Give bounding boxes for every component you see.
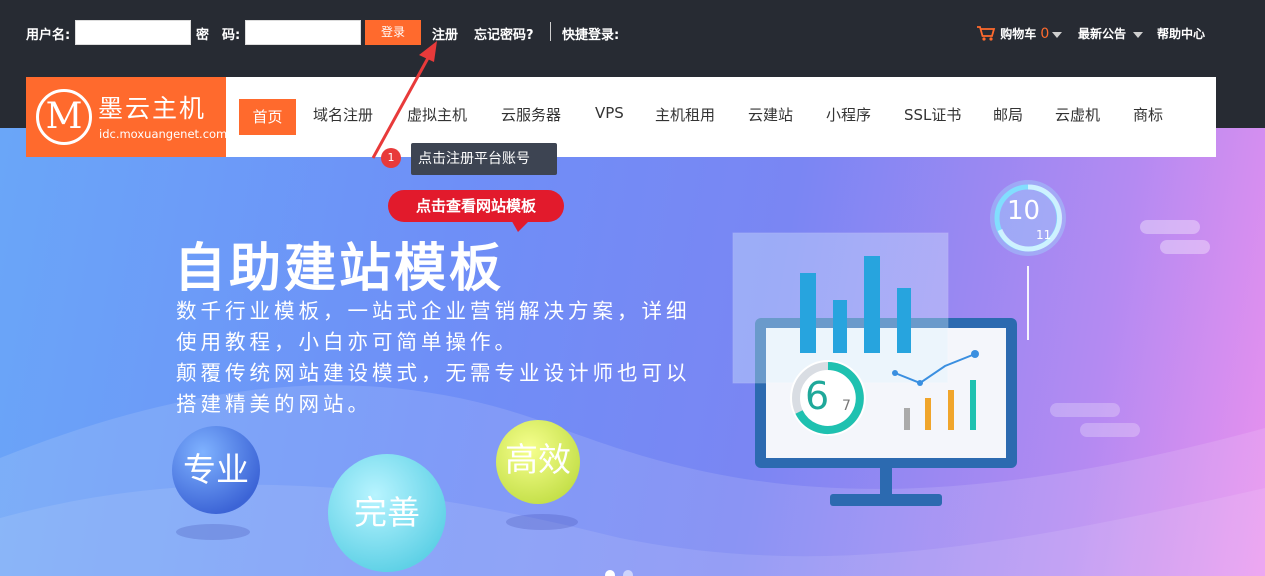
- tooltip: 点击注册平台账号: [411, 143, 557, 175]
- annotation-arrow: [371, 41, 437, 159]
- tooltip-step-badge: 1: [381, 148, 401, 168]
